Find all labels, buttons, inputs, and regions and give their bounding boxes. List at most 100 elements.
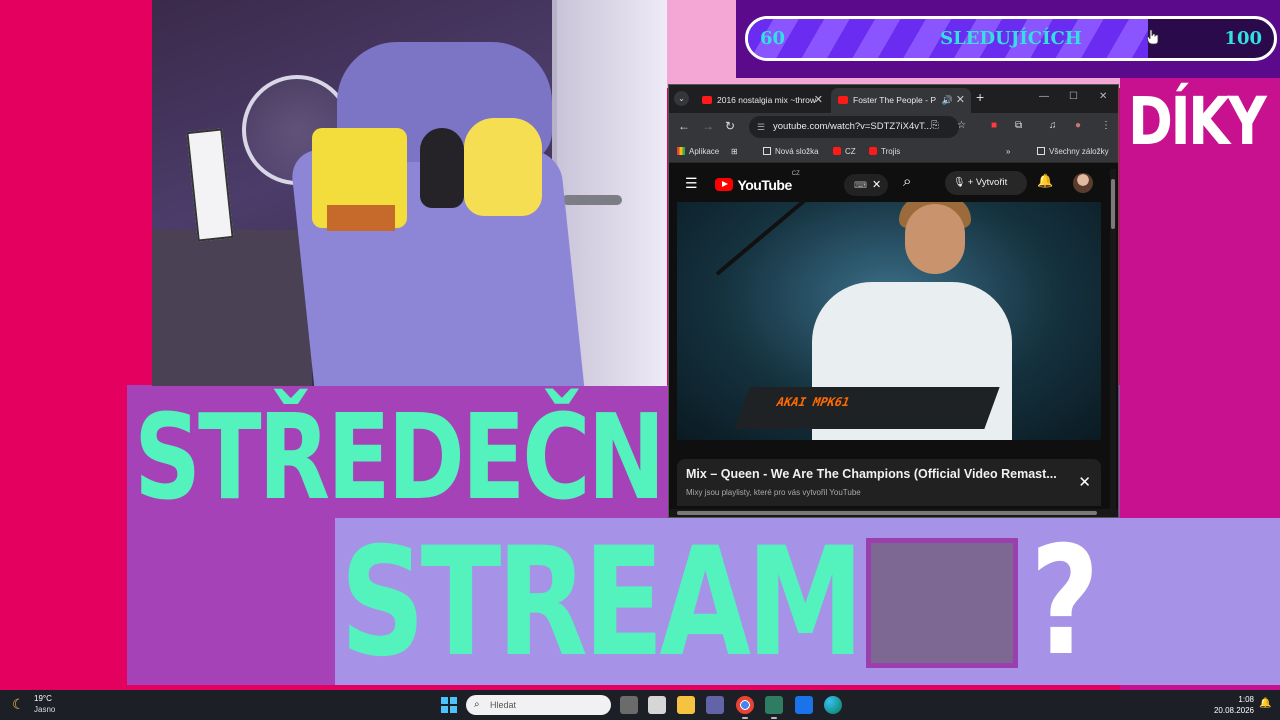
moon-icon: ☾ [12, 696, 25, 712]
teams-icon[interactable] [706, 696, 724, 714]
profile-icon[interactable]: ● [1075, 120, 1081, 131]
browser-window: ⌄ 2016 nostalgia mix ~throw ✕ Foster The… [668, 84, 1119, 518]
browser-toolbar: ← → ↻ ☰ youtube.com/watch?v=SDTZ7iX4vT..… [669, 113, 1118, 141]
clear-search-icon[interactable]: ✕ [872, 174, 881, 196]
title-line-1: STŘEDEČNÍ [134, 388, 697, 526]
scrollbar-thumb[interactable] [1111, 179, 1115, 229]
youtube-logo-text: YouTube [737, 176, 792, 193]
minimize-icon[interactable]: — [1039, 91, 1049, 102]
youtube-logo[interactable]: YouTubeCZ [715, 171, 800, 194]
all-bookmarks[interactable]: Všechny záložky [1037, 141, 1109, 163]
maximize-icon[interactable]: ☐ [1069, 91, 1078, 102]
plus-icon: + [967, 177, 974, 188]
video-player[interactable]: AKAI MPK61 [677, 202, 1101, 440]
bookmark-label: Aplikace [689, 147, 720, 156]
bookmark-trojis[interactable]: Trojis [869, 141, 900, 163]
task-view-icon[interactable] [620, 696, 638, 714]
vertical-scrollbar[interactable] [1110, 169, 1116, 509]
search-icon: ⌕ [474, 699, 480, 710]
start-button-icon[interactable] [441, 697, 457, 713]
address-bar[interactable]: ☰ youtube.com/watch?v=SDTZ7iX4vT... [749, 116, 959, 138]
webcam-shelf [152, 230, 312, 386]
tab-close-icon[interactable]: ✕ [814, 88, 823, 113]
system-clock[interactable]: 1:08 20.08.2026 [1212, 694, 1254, 716]
bookmarks-overflow-icon[interactable]: » [1006, 141, 1010, 163]
tab-groups-icon[interactable]: ⊞ [731, 141, 738, 163]
youtube-favicon-icon [869, 147, 877, 155]
youtube-favicon-icon [702, 96, 712, 104]
site-info-icon[interactable]: ☰ [757, 116, 765, 138]
youtube-region: CZ [791, 170, 800, 177]
stream-overlay: 60 SLEDUJÍCÍCH 100 DÍKY STŘEDEČNÍ STREAM… [0, 0, 1280, 720]
question-box [866, 538, 1018, 668]
extension-red-icon[interactable]: ■ [991, 120, 997, 131]
keyboard-icon[interactable]: ⌨ [854, 174, 867, 196]
photos-icon[interactable] [795, 696, 813, 714]
mix-title[interactable]: Mix – Queen - We Are The Champions (Offi… [686, 467, 1066, 481]
media-control-icon[interactable]: ♫ [1049, 120, 1057, 131]
bookmark-apps[interactable]: Aplikace [677, 141, 719, 163]
avatar[interactable] [1073, 173, 1093, 193]
clock-time: 1:08 [1238, 695, 1254, 704]
bookmark-cz[interactable]: CZ [833, 141, 856, 163]
tab-nostalgia-mix[interactable]: 2016 nostalgia mix ~throw ✕ [695, 88, 829, 113]
bookmark-new-folder[interactable]: Nová složka [763, 141, 819, 163]
bookmark-label: Nová složka [775, 147, 819, 156]
search-chip[interactable]: ⌨ ✕ [844, 174, 888, 196]
reload-icon[interactable]: ↻ [725, 119, 735, 133]
tab-close-icon[interactable]: ✕ [956, 88, 965, 113]
search-placeholder: Hledat [490, 700, 517, 710]
weather-condition: Jasno [34, 705, 56, 714]
address-url: youtube.com/watch?v=SDTZ7iX4vT... [773, 121, 932, 132]
thanks-text: DÍKY [1128, 83, 1267, 160]
tab-strip: ⌄ 2016 nostalgia mix ~throw ✕ Foster The… [669, 85, 1118, 113]
tab-foster-the-people[interactable]: Foster The People - P 🔊 ✕ [831, 88, 971, 113]
chrome-icon[interactable] [736, 696, 754, 719]
mic-icon[interactable]: 🎙 [953, 177, 965, 188]
obs-icon[interactable] [765, 696, 783, 719]
apps-grid-icon [677, 147, 685, 155]
horizontal-scrollbar[interactable] [669, 509, 1118, 517]
taskbar-search[interactable]: ⌕ Hledat [466, 695, 611, 715]
folder-icon [1037, 147, 1045, 155]
windows-taskbar: ☾ 19°C Jasno ⌕ Hledat 1:08 20.08.2026 🔔 [0, 690, 1280, 720]
mix-playlist-panel[interactable]: Mix – Queen - We Are The Champions (Offi… [677, 459, 1101, 506]
file-explorer-icon[interactable] [677, 696, 695, 714]
more-menu-icon[interactable]: ⋮ [1101, 120, 1111, 131]
search-icon[interactable]: ⌕ [903, 173, 911, 190]
new-tab-icon[interactable]: + [976, 89, 984, 105]
youtube-play-icon [715, 178, 733, 192]
title-line-2: STREAM [340, 516, 864, 690]
clock-date: 20.08.2026 [1213, 706, 1254, 715]
close-icon[interactable]: ✕ [1078, 473, 1091, 491]
video-keyboard-brand: AKAI MPK61 [774, 395, 852, 409]
edge-icon[interactable] [824, 696, 842, 714]
close-window-icon[interactable]: ✕ [1099, 91, 1107, 102]
bookmark-star-icon[interactable]: ☆ [957, 120, 966, 131]
scrollbar-thumb[interactable] [677, 511, 1097, 515]
forward-icon[interactable]: → [702, 119, 714, 133]
menu-icon[interactable]: ☰ [685, 175, 698, 192]
question-mark: ? [1030, 515, 1100, 689]
spongebob-pants [327, 205, 395, 231]
follower-goal-label: SLEDUJÍCÍCH [940, 28, 1082, 49]
bookmarks-bar: Aplikace ⊞ Nová složka CZ Trojis » Všech… [669, 141, 1118, 163]
tab-search-icon[interactable]: ⌄ [674, 91, 689, 106]
install-icon[interactable]: ⎘ [931, 120, 939, 131]
weather-temperature: 19°C [34, 694, 52, 703]
notifications-bell-icon[interactable]: 🔔 [1037, 173, 1053, 189]
create-button[interactable]: 🎙 + Vytvořit [945, 171, 1027, 195]
video-performer-head [905, 204, 965, 274]
create-label: Vytvořit [975, 177, 1008, 188]
extensions-icon[interactable]: ⧉ [1015, 120, 1022, 131]
notification-icon[interactable]: 🔔 [1259, 698, 1271, 709]
tab-label: 2016 nostalgia mix ~throw [717, 95, 816, 105]
bookmark-label: CZ [845, 147, 856, 156]
back-icon[interactable]: ← [678, 119, 690, 133]
youtube-header: ☰ YouTubeCZ ⌨ ✕ ⌕ 🎙 + Vytvořit 🔔 [669, 165, 1118, 201]
webcam-feed [152, 0, 667, 386]
store-icon[interactable] [648, 696, 666, 714]
tab-label: Foster The People - P [853, 95, 936, 105]
video-mic-stand [715, 202, 872, 276]
speaker-icon[interactable]: 🔊 [942, 88, 953, 113]
